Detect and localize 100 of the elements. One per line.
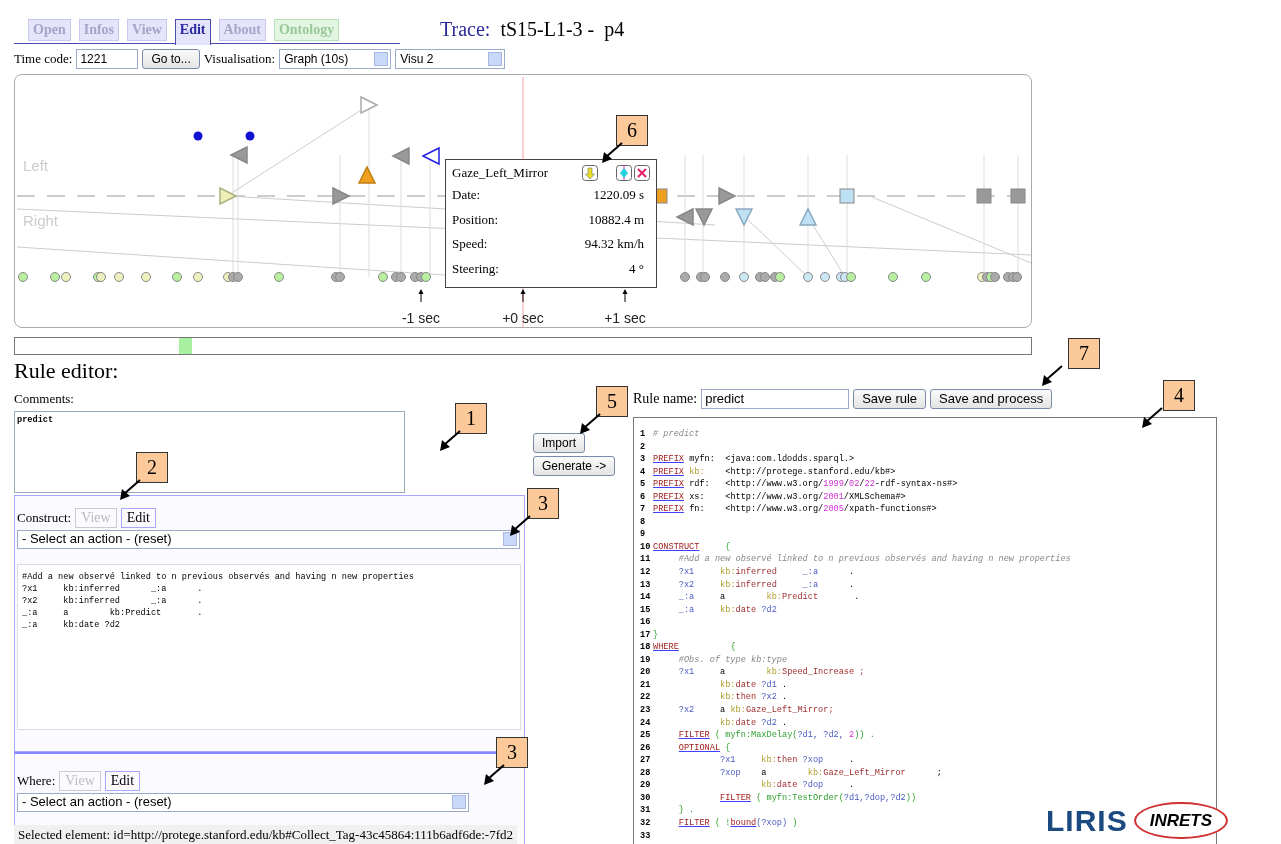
leader-arrow (482, 763, 506, 787)
action-select[interactable]: - Select an action - (reset) (17, 792, 469, 812)
code-token: kb: (720, 679, 736, 690)
circle-marker (1012, 272, 1022, 282)
square-marker (839, 188, 855, 204)
code-token: then (735, 692, 758, 703)
circle-marker (720, 272, 730, 282)
close-icon[interactable] (634, 164, 650, 181)
code-token: )) (905, 792, 917, 803)
tab[interactable]: Edit (104, 770, 141, 791)
code-token: xs: <http://www.w3.org/ (689, 491, 824, 502)
code-token: ?d2 (761, 604, 777, 615)
code-token: . (849, 567, 855, 577)
code-token: kb: (761, 755, 777, 766)
logo-text: LIRIS (1046, 803, 1128, 839)
rule-name-field[interactable]: predict (701, 388, 850, 409)
line-number: 6 (640, 490, 647, 504)
circle-marker (396, 272, 406, 282)
save-and-process-button[interactable]: Save and process (930, 388, 1053, 409)
circle-marker (680, 272, 690, 282)
code-token: FILTER (678, 817, 710, 828)
time-code-field[interactable]: 1221 (76, 49, 139, 69)
code-token: /XMLSchema#> (843, 491, 906, 502)
code-token: fn: <http://www.w3.org/ (689, 504, 824, 515)
code-token: 22 (864, 479, 875, 490)
code-token: FILTER (720, 792, 751, 803)
leader-arrow (1040, 364, 1064, 388)
line-number: 10 (640, 540, 652, 554)
circle-marker (335, 272, 345, 282)
circle-marker (274, 272, 284, 282)
triangle-marker (360, 95, 379, 115)
callout-label: 3 (527, 488, 559, 519)
code-token: 2 (849, 730, 855, 741)
circle-marker (760, 272, 770, 282)
code-token: myfn:TestOrder( (766, 792, 844, 803)
triangle-marker (734, 208, 754, 227)
down-arrow-icon[interactable] (582, 164, 598, 181)
code-token: kb: (807, 767, 824, 778)
code-token: ?d2 (761, 717, 777, 728)
circle-marker (921, 272, 931, 282)
code-token: / (843, 479, 850, 490)
line-number: 25 (640, 729, 652, 742)
circle-marker (775, 272, 785, 282)
field-label: Speed: (452, 235, 488, 253)
code-token: PREFIX (653, 504, 684, 515)
square-marker (976, 188, 992, 204)
line-number: 26 (640, 741, 652, 755)
code-token: ?x2 (761, 692, 777, 703)
section-label: Where: (17, 772, 56, 790)
trace-part: p4 (604, 17, 625, 43)
tick-label: +1 sec (604, 310, 646, 326)
goto-button[interactable]: Go to... (142, 49, 200, 69)
section-label: Construct: (17, 509, 72, 527)
visualisation-select[interactable]: Graph (10s) (279, 49, 392, 69)
triangle-marker (798, 207, 818, 226)
code-token: ?x2 (678, 579, 696, 590)
timeline-scrollbar[interactable] (14, 337, 1032, 355)
code-token: date (735, 604, 758, 615)
line-number: 22 (640, 691, 652, 705)
triangle-marker (229, 145, 248, 165)
visu-select[interactable]: Visu 2 (395, 49, 506, 69)
generate-button[interactable]: Generate -> (533, 456, 616, 476)
line-number: 7 (640, 503, 647, 516)
code-token: then (776, 755, 799, 766)
triangle-marker (694, 208, 714, 227)
triangle-marker (421, 146, 440, 166)
line-number: 16 (640, 616, 652, 629)
line-number: 9 (640, 528, 647, 541)
code-token: ?d1, ?d2, (797, 730, 845, 741)
import-button[interactable]: Import (533, 433, 585, 453)
line-number: 30 (640, 791, 652, 805)
tab[interactable]: Edit (120, 507, 156, 528)
code-token: kb: (761, 780, 777, 791)
field-label: Position: (452, 210, 499, 229)
tab[interactable]: Edit (174, 19, 211, 45)
code-line: _:a a kb:Predict . (22, 606, 204, 619)
line-number: 3 (640, 453, 647, 466)
code-token: ( ! (714, 817, 731, 828)
code-token: date (735, 717, 758, 728)
code-token: kb: (766, 667, 782, 678)
code-token: PREFIX (653, 466, 684, 477)
code-token: 02 (849, 479, 860, 490)
code-token: _:a (678, 604, 696, 615)
action-select[interactable]: - Select an action - (reset) (17, 529, 520, 549)
line-number: 8 (640, 515, 647, 529)
code-token: FILTER (678, 730, 710, 741)
code-token: 2005 (823, 504, 844, 515)
code-token: . (782, 717, 788, 728)
save-rule-button[interactable]: Save rule (853, 388, 927, 409)
code-token: a (720, 592, 727, 603)
code-token: #Obs. of type kb:type (678, 654, 788, 665)
line-number: 13 (640, 578, 652, 592)
code-editor[interactable]: #Add a new observé linked to n previous observés and having n new properties ?x1 kb:inferred _:a . ?x2 kb:inferred _:a . _:a a kb:Predict . _:a kb:date ?d2 (17, 563, 521, 730)
code-token: / (859, 479, 865, 490)
code-token: ?dop (802, 780, 824, 791)
code-token: Speed_Increase ; (781, 667, 865, 678)
code-token: ( (756, 792, 763, 803)
callout-label: 6 (616, 115, 648, 146)
code-token: ?x1 (678, 567, 696, 577)
code-token: ( (714, 730, 722, 741)
